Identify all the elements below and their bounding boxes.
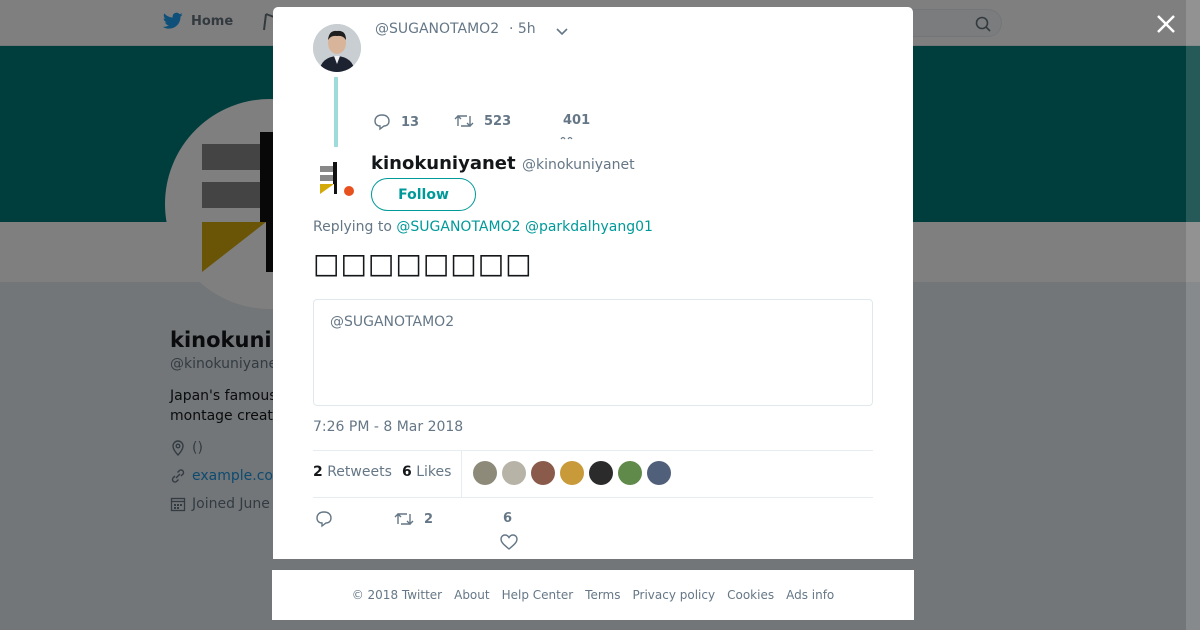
- quoted-tweet-card[interactable]: @SUGANOTAMO2: [313, 299, 873, 406]
- parent-like-button[interactable]: 401: [563, 113, 590, 128]
- retweet-stat-count: 2: [313, 464, 323, 480]
- tweet-author-avatar[interactable]: [313, 154, 361, 202]
- retweet-stat-label: Retweets: [327, 464, 392, 480]
- parent-tweet-avatar[interactable]: [313, 24, 361, 72]
- parent-reply-button[interactable]: 13: [373, 113, 419, 131]
- reply-icon: [316, 511, 332, 528]
- liker-avatar[interactable]: [531, 461, 555, 485]
- footer-link[interactable]: Ads info: [786, 588, 834, 602]
- close-icon[interactable]: [1154, 12, 1178, 36]
- replying-to: Replying to @SUGANOTAMO2 @parkdalhyang01: [313, 219, 653, 235]
- quoted-tweet-handle: @SUGANOTAMO2: [330, 314, 455, 330]
- liker-avatar[interactable]: [473, 461, 497, 485]
- reply-icon: [374, 114, 390, 131]
- like-count-label: 6: [503, 511, 512, 526]
- parent-retweet-count: 523: [484, 113, 512, 129]
- liker-avatar[interactable]: [647, 461, 671, 485]
- tweet-author-handle[interactable]: @kinokuniyanet: [522, 157, 635, 173]
- footer-link[interactable]: Terms: [585, 588, 620, 602]
- parent-like-count: 401: [563, 113, 591, 128]
- tweet-author-name[interactable]: kinokuniyanet: [371, 153, 516, 174]
- footer-link[interactable]: About: [454, 588, 489, 602]
- tweet-stats: 2 Retweets 6 Likes: [313, 450, 873, 498]
- like-count: 6: [503, 511, 513, 526]
- chevron-down-icon[interactable]: [555, 23, 569, 42]
- parent-tweet-time[interactable]: · 5h: [509, 21, 536, 37]
- replying-to-mention[interactable]: @parkdalhyang01: [525, 219, 653, 235]
- footer-link[interactable]: Cookies: [727, 588, 774, 602]
- heart-icon: [500, 534, 518, 550]
- thread-connector-line: [334, 77, 338, 147]
- like-button[interactable]: [500, 534, 518, 555]
- liker-avatar[interactable]: [589, 461, 613, 485]
- liker-avatar[interactable]: [560, 461, 584, 485]
- replying-to-prefix: Replying to: [313, 219, 392, 235]
- like-stat-label: Likes: [416, 464, 452, 480]
- retweet-icon: [454, 115, 474, 127]
- replying-to-mention[interactable]: @SUGANOTAMO2: [396, 219, 520, 235]
- footer-links: © 2018 Twitter About Help Center Terms Priva…: [272, 570, 914, 620]
- retweet-stat[interactable]: 2 Retweets: [313, 464, 392, 480]
- parent-tweet-handle[interactable]: @SUGANOTAMO2: [375, 21, 499, 37]
- parent-retweet-button[interactable]: 523: [454, 113, 511, 129]
- stat-divider: [461, 451, 462, 497]
- footer-link[interactable]: Help Center: [502, 588, 574, 602]
- tweet-permalink-modal: @SUGANOTAMO2 · 5h 13 523 401 kinokuniyan…: [273, 7, 913, 559]
- liker-avatar[interactable]: [502, 461, 526, 485]
- heart-animation-icon: [560, 136, 573, 140]
- follow-button[interactable]: Follow: [371, 178, 476, 211]
- like-stat[interactable]: 6 Likes: [402, 464, 451, 480]
- retweet-count: 2: [424, 511, 434, 527]
- likers-avatar-list: [473, 461, 676, 485]
- like-stat-count: 6: [402, 464, 412, 480]
- footer-link[interactable]: Privacy policy: [633, 588, 716, 602]
- scrollbar[interactable]: [1186, 0, 1200, 630]
- retweet-button[interactable]: 2: [394, 511, 433, 527]
- footer-copyright: © 2018 Twitter: [351, 588, 443, 602]
- parent-reply-count: 13: [401, 114, 420, 130]
- tweet-timestamp: 7:26 PM - 8 Mar 2018: [313, 419, 464, 435]
- reply-button[interactable]: [315, 510, 343, 528]
- liker-avatar[interactable]: [618, 461, 642, 485]
- retweet-icon: [394, 513, 414, 525]
- tweet-text: □□□□□□□□: [313, 247, 533, 280]
